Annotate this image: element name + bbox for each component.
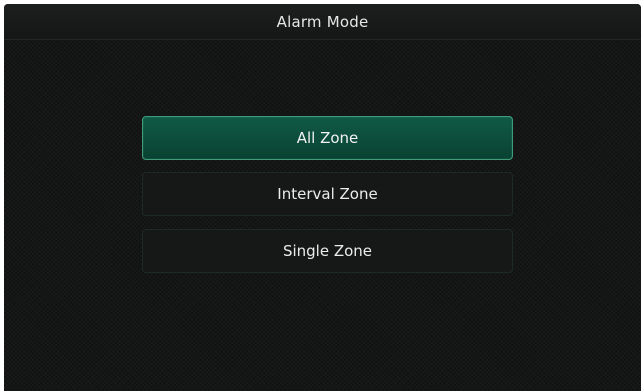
all-zone-label: All Zone xyxy=(296,129,359,147)
single-zone-button[interactable]: Single Zone xyxy=(142,229,513,273)
title-bar: Alarm Mode xyxy=(4,4,641,40)
page-title: Alarm Mode xyxy=(276,12,369,31)
all-zone-button[interactable]: All Zone xyxy=(142,116,513,160)
interval-zone-label: Interval Zone xyxy=(277,185,378,203)
interval-zone-button[interactable]: Interval Zone xyxy=(142,172,513,216)
single-zone-label: Single Zone xyxy=(282,242,373,260)
alarm-mode-screen: Alarm Mode All Zone Interval Zone Single… xyxy=(4,4,641,391)
